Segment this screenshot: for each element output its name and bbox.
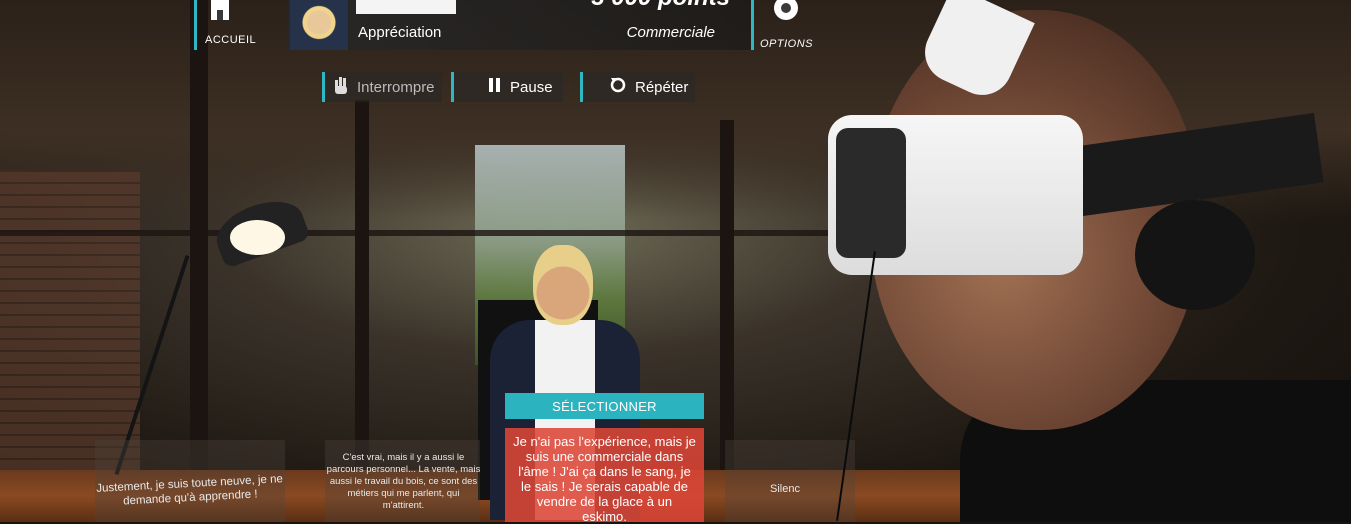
select-button[interactable]: SÉLECTIONNER bbox=[505, 393, 704, 419]
selected-dialog-option[interactable]: Je n'ai pas l'expérience, mais je suis u… bbox=[505, 428, 704, 524]
pause-button[interactable]: Pause bbox=[451, 72, 553, 102]
avatar bbox=[290, 0, 348, 50]
pause-icon bbox=[488, 77, 502, 97]
avatar-character-head bbox=[533, 245, 593, 325]
options-tab-accent bbox=[751, 0, 754, 50]
repeat-label: Répéter bbox=[635, 78, 689, 96]
vr-headset-phone bbox=[836, 128, 906, 258]
options-label[interactable]: OPTIONS bbox=[760, 38, 813, 50]
pause-label: Pause bbox=[510, 78, 553, 96]
gear-icon[interactable] bbox=[770, 0, 802, 26]
repeat-icon bbox=[609, 76, 627, 98]
dialog-option-3[interactable]: Silenc bbox=[770, 483, 870, 497]
wood-pillar bbox=[355, 100, 369, 470]
repeat-accent bbox=[580, 72, 583, 102]
profile-category: Commerciale bbox=[626, 24, 715, 41]
points-value: 3 000 points bbox=[590, 0, 730, 12]
lamp-light bbox=[230, 220, 285, 255]
wood-rail bbox=[0, 230, 860, 236]
home-tab-accent bbox=[194, 0, 197, 50]
hand-icon bbox=[333, 76, 349, 98]
home-icon[interactable] bbox=[205, 0, 235, 22]
headphone-earcup bbox=[1135, 200, 1255, 310]
interrupt-accent bbox=[322, 72, 325, 102]
profile-title: Appréciation bbox=[358, 24, 442, 41]
option-panel bbox=[725, 440, 855, 522]
brick-wall bbox=[0, 170, 140, 470]
interrupt-label: Interrompre bbox=[357, 78, 435, 96]
home-label[interactable]: ACCUEIL bbox=[205, 34, 256, 46]
pause-accent bbox=[451, 72, 454, 102]
wood-pillar bbox=[720, 120, 734, 470]
dialog-option-2[interactable]: C'est vrai, mais il y a aussi le parcour… bbox=[326, 452, 481, 511]
interrupt-button[interactable]: Interrompre bbox=[322, 72, 435, 102]
repeat-button[interactable]: Répéter bbox=[580, 72, 688, 102]
profile-name-block bbox=[356, 0, 456, 14]
